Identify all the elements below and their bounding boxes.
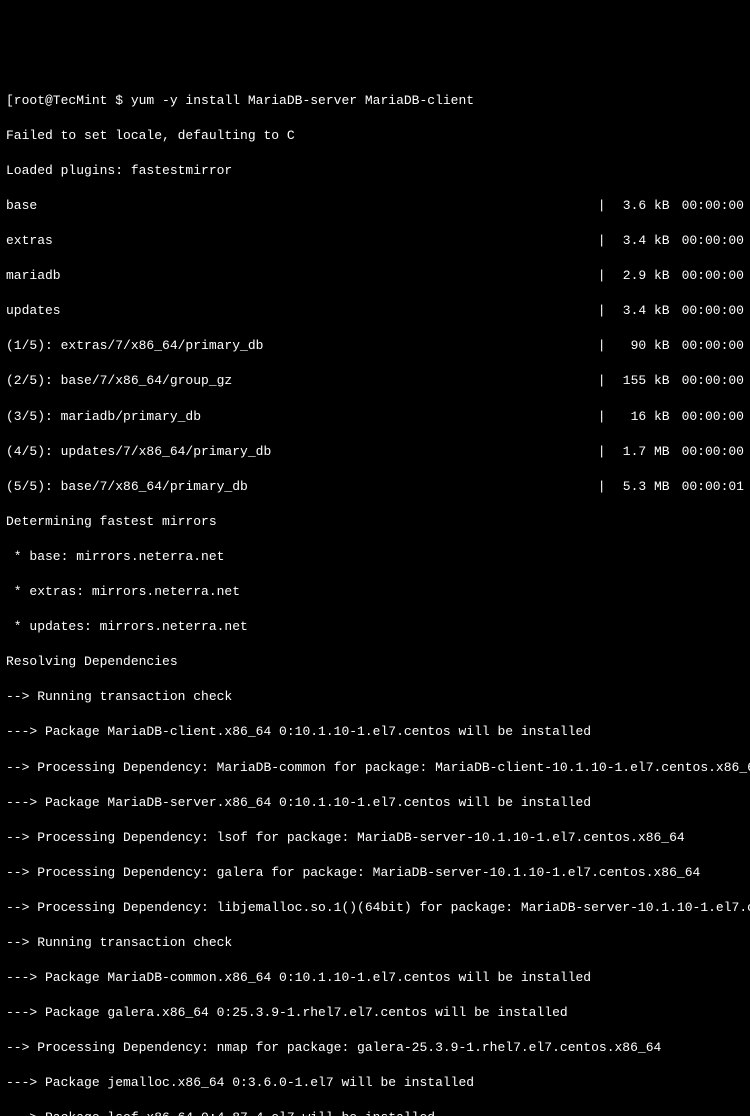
download-line: (4/5): updates/7/x86_64/primary_db |1.7 M… — [6, 443, 744, 461]
repo-line: mariadb |2.9 kB00:00:00 — [6, 267, 744, 285]
pipe-char: | — [594, 267, 610, 285]
pipe-char: | — [594, 337, 610, 355]
mirrors-header: Determining fastest mirrors — [6, 513, 744, 531]
repo-size: 2.9 kB — [610, 267, 670, 285]
dep-line: --> Processing Dependency: libjemalloc.s… — [6, 899, 744, 917]
download-size: 155 kB — [610, 372, 670, 390]
repo-name: extras — [6, 232, 53, 250]
download-size: 16 kB — [610, 408, 670, 426]
dep-line: ---> Package MariaDB-common.x86_64 0:10.… — [6, 969, 744, 987]
pipe-char: | — [594, 302, 610, 320]
download-line: (5/5): base/7/x86_64/primary_db |5.3 MB00… — [6, 478, 744, 496]
download-time: 00:00:00 — [670, 443, 744, 461]
repo-time: 00:00:00 — [670, 232, 744, 250]
repo-line: extras |3.4 kB00:00:00 — [6, 232, 744, 250]
pipe-char: | — [594, 478, 610, 496]
mirror-line: * updates: mirrors.neterra.net — [6, 618, 744, 636]
repo-name: updates — [6, 302, 61, 320]
dep-line: ---> Package lsof.x86_64 0:4.87-4.el7 wi… — [6, 1109, 744, 1116]
dep-line: --> Running transaction check — [6, 934, 744, 952]
dep-line: --> Processing Dependency: nmap for pack… — [6, 1039, 744, 1057]
download-name: (2/5): base/7/x86_64/group_gz — [6, 372, 232, 390]
preamble-line: Failed to set locale, defaulting to C — [6, 127, 744, 145]
dep-line: ---> Package jemalloc.x86_64 0:3.6.0-1.e… — [6, 1074, 744, 1092]
download-time: 00:00:00 — [670, 372, 744, 390]
download-name: (1/5): extras/7/x86_64/primary_db — [6, 337, 263, 355]
terminal-output: [root@TecMint $ yum -y install MariaDB-s… — [6, 74, 744, 1116]
pipe-char: | — [594, 232, 610, 250]
dep-line: ---> Package galera.x86_64 0:25.3.9-1.rh… — [6, 1004, 744, 1022]
command-text: yum -y install MariaDB-server MariaDB-cl… — [131, 92, 474, 110]
dep-line: --> Processing Dependency: galera for pa… — [6, 864, 744, 882]
pipe-char: | — [594, 443, 610, 461]
download-time: 00:00:00 — [670, 408, 744, 426]
download-line: (3/5): mariadb/primary_db |16 kB00:00:00 — [6, 408, 744, 426]
pipe-char: | — [594, 408, 610, 426]
preamble-line: Loaded plugins: fastestmirror — [6, 162, 744, 180]
dep-line: ---> Package MariaDB-client.x86_64 0:10.… — [6, 723, 744, 741]
repo-size: 3.4 kB — [610, 232, 670, 250]
download-size: 5.3 MB — [610, 478, 670, 496]
prompt-user-host: [root@TecMint — [6, 92, 115, 110]
mirror-line: * extras: mirrors.neterra.net — [6, 583, 744, 601]
prompt-separator: $ — [115, 92, 131, 110]
prompt-line[interactable]: [root@TecMint $ yum -y install MariaDB-s… — [6, 92, 744, 110]
dep-line: --> Processing Dependency: MariaDB-commo… — [6, 759, 744, 777]
pipe-char: | — [594, 372, 610, 390]
download-name: (5/5): base/7/x86_64/primary_db — [6, 478, 248, 496]
dep-line: --> Processing Dependency: lsof for pack… — [6, 829, 744, 847]
dep-line: ---> Package MariaDB-server.x86_64 0:10.… — [6, 794, 744, 812]
download-size: 90 kB — [610, 337, 670, 355]
download-line: (2/5): base/7/x86_64/group_gz |155 kB00:0… — [6, 372, 744, 390]
repo-time: 00:00:00 — [670, 197, 744, 215]
repo-line: updates |3.4 kB00:00:00 — [6, 302, 744, 320]
repo-time: 00:00:00 — [670, 302, 744, 320]
resolving-header: Resolving Dependencies — [6, 653, 744, 671]
download-name: (4/5): updates/7/x86_64/primary_db — [6, 443, 271, 461]
repo-size: 3.4 kB — [610, 302, 670, 320]
repo-name: base — [6, 197, 37, 215]
mirror-line: * base: mirrors.neterra.net — [6, 548, 744, 566]
download-size: 1.7 MB — [610, 443, 670, 461]
repo-line: base |3.6 kB00:00:00 — [6, 197, 744, 215]
pipe-char: | — [594, 197, 610, 215]
repo-time: 00:00:00 — [670, 267, 744, 285]
download-time: 00:00:01 — [670, 478, 744, 496]
repo-name: mariadb — [6, 267, 61, 285]
dep-line: --> Running transaction check — [6, 688, 744, 706]
download-name: (3/5): mariadb/primary_db — [6, 408, 201, 426]
repo-size: 3.6 kB — [610, 197, 670, 215]
download-time: 00:00:00 — [670, 337, 744, 355]
download-line: (1/5): extras/7/x86_64/primary_db |90 kB0… — [6, 337, 744, 355]
